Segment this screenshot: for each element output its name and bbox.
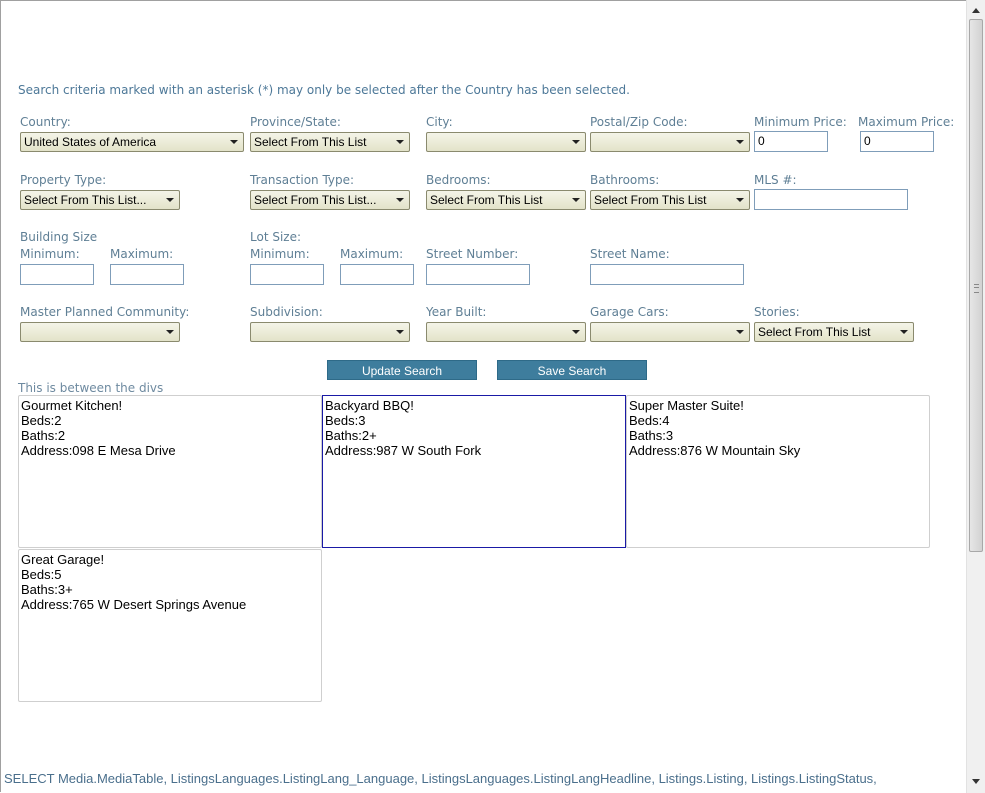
year-built-label: Year Built:	[426, 305, 487, 319]
country-label: Country:	[20, 115, 71, 129]
lot-size-max-label: Maximum:	[340, 247, 404, 261]
country-select-value: United States of America	[24, 135, 157, 149]
lot-size-min-input[interactable]	[250, 264, 324, 285]
max-price-label: Maximum Price:	[858, 115, 955, 129]
listing-headline: Gourmet Kitchen!	[21, 398, 123, 413]
min-price-label: Minimum Price:	[754, 115, 847, 129]
chevron-down-icon	[166, 198, 174, 202]
criteria-note: Search criteria marked with an asterisk …	[18, 83, 630, 97]
listing-beds: Beds:2	[21, 413, 62, 428]
listing-beds: Beds:4	[629, 413, 670, 428]
street-number-label: Street Number:	[426, 247, 519, 261]
listing-address: Address:098 E Mesa Drive	[21, 443, 176, 458]
listing-card-selected[interactable]: Backyard BBQ! Beds:3 Baths:2+ Address:98…	[322, 395, 626, 548]
chevron-down-icon	[396, 198, 404, 202]
update-search-button[interactable]: Update Search	[327, 360, 477, 380]
listing-address: Address:987 W South Fork	[325, 443, 482, 458]
chevron-down-icon	[166, 330, 174, 334]
street-name-label: Street Name:	[590, 247, 670, 261]
subdivision-select[interactable]	[250, 322, 410, 342]
street-number-input[interactable]	[426, 264, 530, 285]
bathrooms-label: Bathrooms:	[590, 173, 660, 187]
transaction-type-select-value: Select From This List...	[254, 193, 377, 207]
listing-address: Address:765 W Desert Springs Avenue	[21, 597, 247, 612]
garage-cars-select[interactable]	[590, 322, 750, 342]
listing-baths: Baths:3	[629, 428, 674, 443]
bedrooms-select[interactable]: Select From This List	[426, 190, 586, 210]
chevron-down-icon	[572, 198, 580, 202]
stories-select-value: Select From This List	[758, 325, 871, 339]
postal-select[interactable]	[590, 132, 750, 152]
vertical-scrollbar[interactable]	[966, 0, 985, 793]
city-select[interactable]	[426, 132, 586, 152]
building-size-max-label: Maximum:	[110, 247, 174, 261]
transaction-type-label: Transaction Type:	[250, 173, 355, 187]
chevron-down-icon	[572, 140, 580, 144]
min-price-input[interactable]: 0	[754, 131, 828, 152]
province-select[interactable]: Select From This List	[250, 132, 410, 152]
page-frame: Search criteria marked with an asterisk …	[0, 0, 966, 792]
max-price-input[interactable]: 0	[860, 131, 934, 152]
chevron-down-icon	[736, 140, 744, 144]
bathrooms-select-value: Select From This List	[594, 193, 707, 207]
save-search-button[interactable]: Save Search	[497, 360, 647, 380]
stories-select[interactable]: Select From This List	[754, 322, 914, 342]
building-size-min-label: Minimum:	[20, 247, 80, 261]
property-type-select-value: Select From This List...	[24, 193, 147, 207]
between-divs-text: This is between the divs	[18, 381, 164, 395]
mls-input[interactable]	[754, 189, 908, 210]
chevron-down-icon	[736, 330, 744, 334]
scroll-up-arrow-icon[interactable]	[972, 8, 980, 13]
listing-baths: Baths:2+	[325, 428, 377, 443]
postal-label: Postal/Zip Code:	[590, 115, 688, 129]
chevron-down-icon	[396, 330, 404, 334]
city-label: City:	[426, 115, 453, 129]
chevron-down-icon	[396, 140, 404, 144]
lot-size-label: Lot Size:	[250, 230, 302, 244]
country-select[interactable]: United States of America	[20, 132, 244, 152]
building-size-min-input[interactable]	[20, 264, 94, 285]
street-name-input[interactable]	[590, 264, 744, 285]
chevron-down-icon	[572, 330, 580, 334]
listing-headline: Backyard BBQ!	[325, 398, 414, 413]
transaction-type-select[interactable]: Select From This List...	[250, 190, 410, 210]
scroll-down-arrow-icon[interactable]	[972, 779, 980, 784]
listing-address: Address:876 W Mountain Sky	[629, 443, 801, 458]
subdivision-label: Subdivision:	[250, 305, 323, 319]
listing-beds: Beds:3	[325, 413, 366, 428]
master-planned-select[interactable]	[20, 322, 180, 342]
province-select-value: Select From This List	[254, 135, 367, 149]
chevron-down-icon	[900, 330, 908, 334]
garage-cars-label: Garage Cars:	[590, 305, 669, 319]
master-planned-label: Master Planned Community:	[20, 305, 190, 319]
bathrooms-select[interactable]: Select From This List	[590, 190, 750, 210]
grip-icon	[974, 284, 979, 293]
stories-label: Stories:	[754, 305, 800, 319]
listing-card[interactable]: Great Garage! Beds:5 Baths:3+ Address:76…	[18, 549, 322, 702]
bedrooms-select-value: Select From This List	[430, 193, 543, 207]
bedrooms-label: Bedrooms:	[426, 173, 491, 187]
sql-debug-text: SELECT Media.MediaTable, ListingsLanguag…	[4, 771, 877, 786]
listing-card[interactable]: Gourmet Kitchen! Beds:2 Baths:2 Address:…	[18, 395, 322, 548]
listing-baths: Baths:2	[21, 428, 66, 443]
province-label: Province/State:	[250, 115, 341, 129]
property-type-select[interactable]: Select From This List...	[20, 190, 180, 210]
year-built-select[interactable]	[426, 322, 586, 342]
listing-card[interactable]: Super Master Suite! Beds:4 Baths:3 Addre…	[626, 395, 930, 548]
lot-size-max-input[interactable]	[340, 264, 414, 285]
scrollbar-thumb[interactable]	[969, 19, 983, 552]
building-size-label: Building Size	[20, 230, 98, 244]
listing-baths: Baths:3+	[21, 582, 73, 597]
lot-size-min-label: Minimum:	[250, 247, 310, 261]
listing-beds: Beds:5	[21, 567, 62, 582]
chevron-down-icon	[230, 140, 238, 144]
building-size-max-input[interactable]	[110, 264, 184, 285]
chevron-down-icon	[736, 198, 744, 202]
property-type-label: Property Type:	[20, 173, 107, 187]
mls-label: MLS #:	[754, 173, 797, 187]
listing-headline: Great Garage!	[21, 552, 105, 567]
listing-headline: Super Master Suite!	[629, 398, 744, 413]
